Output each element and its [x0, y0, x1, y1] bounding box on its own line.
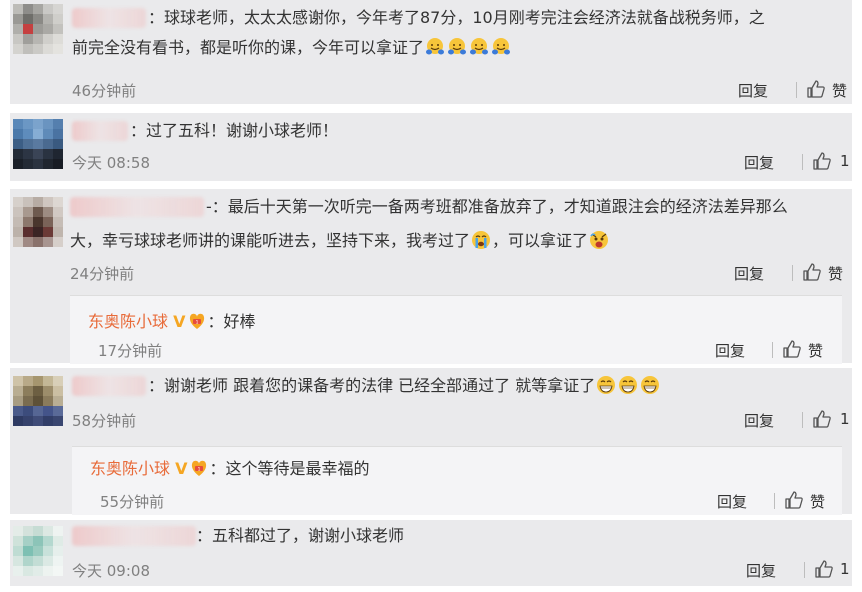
- username-redacted[interactable]: [70, 197, 204, 217]
- fan-badge-icon: 1: [191, 460, 206, 476]
- reply-button[interactable]: 回复: [744, 152, 774, 173]
- comment-time: 58分钟前: [72, 412, 137, 430]
- like-count[interactable]: 赞: [832, 80, 847, 101]
- divider: [802, 412, 803, 428]
- comment-card: ：五科都过了，谢谢小球老师 今天 09:08 回复 1: [10, 520, 852, 586]
- like-count[interactable]: 赞: [808, 340, 823, 361]
- thumbs-up-icon[interactable]: [812, 409, 832, 429]
- comment-text-part: 大，幸亏球球老师讲的课能听进去，坚持下来，我考过了: [70, 231, 471, 250]
- author-reply: 东奥陈小球 V 1 ：好棒 17分钟前 回复 赞: [70, 295, 842, 364]
- comment-text-line2: 前完全没有看书，都是听你的课，今年可以拿证了: [72, 34, 512, 62]
- username-redacted[interactable]: [72, 121, 128, 141]
- username-redacted[interactable]: [72, 376, 146, 396]
- reply-text: 东奥陈小球 V 1 ：这个等待是最幸福的: [90, 455, 370, 483]
- divider: [802, 154, 803, 170]
- reply-time: 55分钟前: [100, 493, 165, 511]
- thumbs-up-icon[interactable]: [806, 79, 826, 99]
- grinning-icon: [619, 376, 638, 394]
- comment-time: 46分钟前: [72, 82, 137, 100]
- comment-text-part: ：谢谢老师 跟着您的课备考的法律 已经全部通过了 就等拿证了: [148, 376, 596, 395]
- author-name[interactable]: 东奥陈小球: [88, 312, 168, 331]
- thumbs-up-icon[interactable]: [784, 490, 804, 510]
- divider: [774, 493, 775, 509]
- author-reply: 东奥陈小球 V 1 ：这个等待是最幸福的 55分钟前 回复 赞: [72, 446, 842, 515]
- comment-time: 24分钟前: [70, 265, 135, 283]
- reply-time: 17分钟前: [98, 342, 163, 360]
- reply-button[interactable]: 回复: [734, 263, 764, 284]
- hugging-icon: [470, 38, 489, 55]
- comment-text: -：最后十天第一次听完一备两考班都准备放弃了，才知道跟注会的经济法差异那么: [206, 197, 788, 216]
- reply-button[interactable]: 回复: [738, 80, 768, 101]
- reply-button[interactable]: 回复: [746, 560, 776, 581]
- thumbs-up-icon[interactable]: [814, 559, 834, 579]
- divider: [796, 82, 797, 98]
- comment-card: ：球球老师，太太太感谢你，今年考了87分，10月刚考完注会经济法就备战税务师，之…: [10, 0, 852, 104]
- avatar[interactable]: [13, 4, 63, 54]
- verified-badge: V: [173, 312, 186, 331]
- divider: [804, 562, 805, 578]
- comment-text-line2: 大，幸亏球球老师讲的课能听进去，坚持下来，我考过了 ，可以拿证了: [70, 227, 610, 255]
- svg-text:1: 1: [197, 466, 200, 472]
- hugging-icon: [492, 38, 511, 55]
- verified-badge: V: [175, 459, 188, 478]
- comment-time: 今天 08:58: [72, 154, 150, 172]
- avatar[interactable]: [13, 526, 63, 576]
- thumbs-up-icon[interactable]: [812, 151, 832, 171]
- thumbs-up-icon[interactable]: [802, 262, 822, 282]
- comment-text: ：五科都过了，谢谢小球老师: [196, 526, 405, 545]
- comment-card: ：过了五科！谢谢小球老师！ 今天 08:58 回复 1: [10, 113, 852, 181]
- comment-time: 今天 09:08: [72, 562, 150, 580]
- like-count[interactable]: 1: [840, 152, 850, 170]
- comment-text-part: ，可以拿证了: [492, 231, 589, 250]
- avatar[interactable]: [13, 119, 63, 169]
- divider: [772, 342, 773, 358]
- username-redacted[interactable]: [72, 8, 146, 28]
- comment-text-part: 前完全没有看书，都是听你的课，今年可以拿证了: [72, 38, 425, 57]
- like-count[interactable]: 1: [840, 560, 850, 578]
- comment-card: ：谢谢老师 跟着您的课备考的法律 已经全部通过了 就等拿证了 58分钟前 回复 …: [10, 368, 852, 515]
- reply-text: 东奥陈小球 V 1 ：好棒: [88, 308, 256, 336]
- grinning-icon: [597, 376, 616, 394]
- reply-button[interactable]: 回复: [744, 410, 774, 431]
- username-redacted[interactable]: [72, 526, 196, 546]
- reply-content: ：好棒: [207, 312, 256, 331]
- grinning-icon: [641, 376, 660, 394]
- svg-text:1: 1: [195, 319, 198, 325]
- hugging-icon: [448, 38, 467, 55]
- reply-content: ：这个等待是最幸福的: [209, 459, 370, 478]
- comment-text: ：谢谢老师 跟着您的课备考的法律 已经全部通过了 就等拿证了: [148, 372, 661, 400]
- like-count[interactable]: 赞: [810, 491, 825, 512]
- divider: [792, 265, 793, 281]
- comment-text: ：过了五科！谢谢小球老师！: [130, 121, 339, 140]
- fan-badge-icon: 1: [189, 313, 204, 329]
- hugging-icon: [426, 38, 445, 55]
- reply-button[interactable]: 回复: [717, 491, 747, 512]
- thumbs-up-icon[interactable]: [782, 339, 802, 359]
- author-name[interactable]: 东奥陈小球: [90, 459, 170, 478]
- comment-text: ：球球老师，太太太感谢你，今年考了87分，10月刚考完注会经济法就备战税务师，之: [148, 8, 765, 27]
- comment-card: -：最后十天第一次听完一备两考班都准备放弃了，才知道跟注会的经济法差异那么 大，…: [10, 189, 852, 364]
- like-count[interactable]: 1: [840, 410, 850, 428]
- avatar[interactable]: [13, 197, 63, 247]
- like-count[interactable]: 赞: [828, 263, 843, 284]
- shocked-icon: [590, 231, 609, 249]
- avatar[interactable]: [13, 376, 63, 426]
- reply-button[interactable]: 回复: [715, 340, 745, 361]
- crying-icon: [472, 231, 491, 249]
